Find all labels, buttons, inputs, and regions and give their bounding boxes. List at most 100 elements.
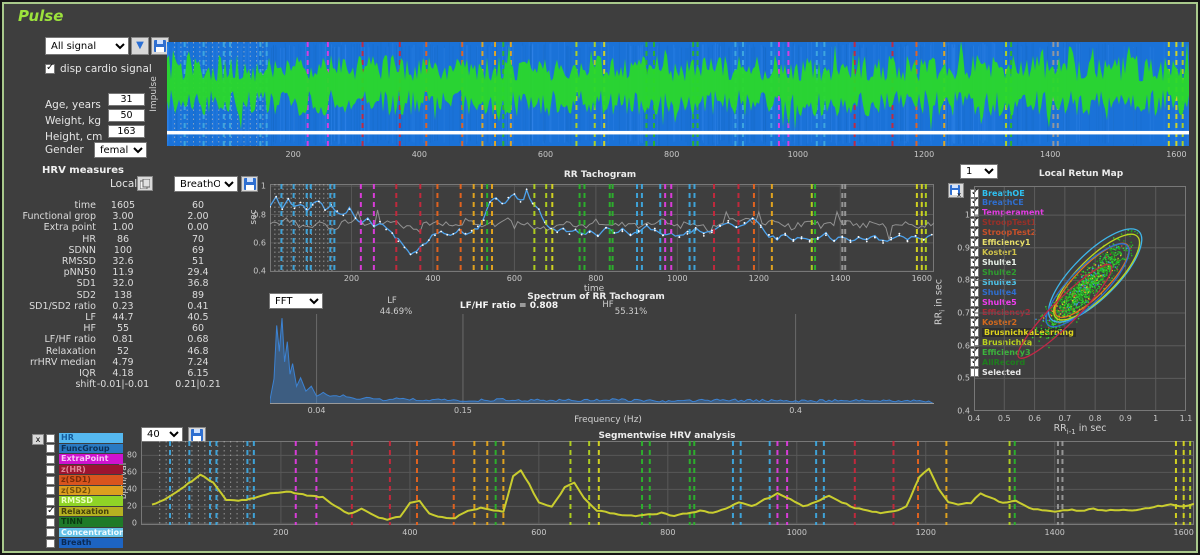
hrv-segment-value: 7.24 [150,357,246,368]
x-tick-label: 1400 [1045,528,1065,537]
hrv-segment-value: 60 [150,200,246,211]
segment-window-select[interactable]: 40 [141,427,183,442]
bottom-legend-checkbox[interactable] [46,539,55,548]
x-tick-label: 1400 [1040,150,1060,159]
hrv-row: HF5560 [18,323,258,334]
save-hrv-button[interactable] [241,176,258,192]
rr-label-main: RR [1054,423,1067,434]
bottom-legend-item: RMSSD [46,496,123,506]
disp-cardio-checkbox[interactable] [45,64,55,74]
rr-label-sub: i [938,310,946,312]
hrv-row-label: SD1 [18,278,96,289]
bottom-legend-checkbox[interactable] [46,507,55,516]
spectrum-plot [270,314,934,404]
y-tick-label: 0.6 [253,238,266,247]
hrv-local-value: 32.6 [96,256,150,267]
x-tick-label: 1000 [787,528,807,537]
hrv-row: Functional grop3.002.00 [18,211,258,222]
load-signal-button[interactable]: ▼ [131,37,149,55]
signal-select[interactable]: All signal [45,37,129,55]
tachogram-title: RR Tachogram [564,170,636,180]
save-x-icon: x [950,185,962,197]
x-tick-label: 0.04 [308,406,326,415]
age-field[interactable] [108,93,145,106]
x-tick-label: 800 [588,274,603,283]
bottom-legend-checkbox[interactable] [46,434,55,443]
hrv-row: IQR4.186.15 [18,368,258,379]
hrv-row-label: Relaxation [18,346,96,357]
x-tick-label: 1200 [916,528,936,537]
bottom-legend-checkbox[interactable] [46,486,55,495]
local-return-map-plot [974,186,1186,411]
hrv-segment-value: 51 [150,256,246,267]
hrv-row: rrHRV median4.797.24 [18,357,258,368]
bottom-legend-label: Concentration [59,528,123,538]
hrv-local-value: 0.81 [96,334,150,345]
x-tick-label: 0.9 [1119,414,1132,423]
bottom-legend-label: ExtraPoint [59,454,123,464]
x-tick-label: 200 [286,150,301,159]
bottom-legend-checkbox[interactable] [46,455,55,464]
bottom-legend-checkbox[interactable] [46,465,55,474]
x-tick-label: 0.5 [998,414,1011,423]
bottom-legend-checkbox[interactable] [46,476,55,485]
bottom-legend-label: RMSSD [59,496,123,506]
bottom-legend-item: FuncGroup [46,444,123,454]
hrv-row: LF44.740.5 [18,312,258,323]
y-tick-label: 1 [965,211,970,220]
bottom-legend-item: z(SD1) [46,475,123,485]
x-tick-label: 400 [402,528,417,537]
save-selection-button[interactable]: x [948,183,964,198]
x-tick-label: 0.7 [1058,414,1071,423]
rr-label-sub: i-1 [1067,428,1076,436]
x-tick-label: 1200 [749,274,769,283]
bottom-legend-label: Breath [59,538,123,548]
hrv-row-label: RMSSD [18,256,96,267]
hrv-local-value: 1605 [96,200,150,211]
x-tick-label: 600 [507,274,522,283]
x-tick-label: 1200 [914,150,934,159]
hrv-row: SDNN10069 [18,245,258,256]
x-tick-label: 1400 [830,274,850,283]
y-tick-label: 60 [127,468,137,477]
spectrum-x-axis-label: Frequency (Hz) [574,415,642,425]
height-field[interactable] [108,125,145,138]
weight-field[interactable] [108,109,145,122]
bottom-legend-label: TINN [59,517,123,527]
hrv-segment-value: 0.00 [150,222,246,233]
spectrum-method-select[interactable]: FFT [269,293,323,309]
hrv-row: pNN5011.929.4 [18,267,258,278]
y-tick-label: 80 [127,451,137,460]
hrv-measures-title: HRV measures [42,165,124,176]
x-tick-label: 200 [273,528,288,537]
hrv-row-label: rrHRV median [18,357,96,368]
x-tick-label: 1600 [912,274,932,283]
bottom-legend-item: z(SD2) [46,486,123,496]
hrv-row: SD132.036.8 [18,278,258,289]
save-segmentwise-button[interactable] [188,427,206,442]
y-tick-label: 0.5 [957,374,970,383]
rr-tachogram-plot [270,184,934,272]
segment-select[interactable]: BreathOE [174,176,238,192]
hrv-local-value: 3.00 [96,211,150,222]
return-map-select[interactable]: 1 [960,164,998,179]
close-legend-button[interactable]: x [32,434,44,445]
hrv-row-label: HF [18,323,96,334]
bottom-legend-checkbox[interactable] [46,518,55,527]
y-tick-label: 0.4 [253,267,266,276]
hrv-row: SD213889 [18,290,258,301]
hrv-segment-value: 6.15 [150,368,246,379]
x-tick-label: 1 [1153,414,1158,423]
hf-label: HF [602,300,613,310]
x-tick-label: 400 [425,274,440,283]
rr-label-rest: in sec [934,279,945,310]
impulse-signal-plot [167,42,1189,146]
hrv-row-label: HR [18,234,96,245]
copy-table-button[interactable] [137,176,153,191]
hrv-row-label: SD1/SD2 ratio [18,301,96,312]
hrv-row-label: IQR [18,368,96,379]
segmentwise-title: Segmentwise HRV analysis [598,431,735,441]
bottom-legend-checkbox[interactable] [46,528,55,537]
gender-select[interactable]: female [94,142,147,158]
bottom-legend-checkbox[interactable] [46,444,55,453]
